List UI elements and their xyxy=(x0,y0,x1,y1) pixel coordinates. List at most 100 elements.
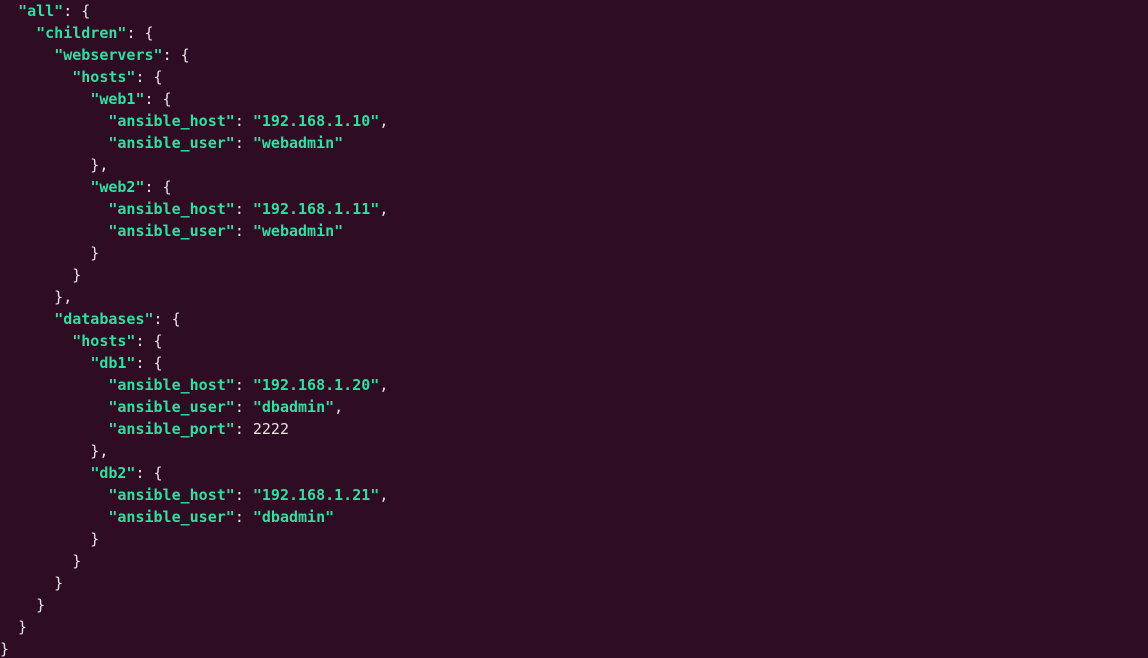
token-key: "ansible_user" xyxy=(108,134,234,152)
token-key: "databases" xyxy=(54,310,153,328)
code-line: "db1": { xyxy=(0,352,1148,374)
token-punct xyxy=(0,90,90,108)
code-line: "ansible_host": "192.168.1.21", xyxy=(0,484,1148,506)
token-str: "dbadmin" xyxy=(253,508,334,526)
token-punct: : xyxy=(235,508,253,526)
token-punct: } xyxy=(0,640,9,658)
token-punct: : xyxy=(235,398,253,416)
token-punct: : xyxy=(235,200,253,218)
token-punct xyxy=(0,46,54,64)
token-key: "ansible_user" xyxy=(108,222,234,240)
code-line: "ansible_port": 2222 xyxy=(0,418,1148,440)
code-line: "databases": { xyxy=(0,308,1148,330)
token-str: "192.168.1.21" xyxy=(253,486,379,504)
token-punct: : xyxy=(235,420,253,438)
token-punct xyxy=(0,486,108,504)
token-punct: } xyxy=(0,266,81,284)
token-key: "hosts" xyxy=(72,68,135,86)
code-line: "all": { xyxy=(0,0,1148,22)
token-punct xyxy=(0,2,18,20)
code-line: "ansible_host": "192.168.1.11", xyxy=(0,198,1148,220)
token-punct: : { xyxy=(135,354,162,372)
code-line: "ansible_host": "192.168.1.20", xyxy=(0,374,1148,396)
token-str: "webadmin" xyxy=(253,222,343,240)
token-punct: , xyxy=(379,200,388,218)
token-str: "192.168.1.10" xyxy=(253,112,379,130)
code-line: }, xyxy=(0,154,1148,176)
token-punct xyxy=(0,178,90,196)
token-punct xyxy=(0,222,108,240)
code-line: } xyxy=(0,550,1148,572)
token-key: "ansible_user" xyxy=(108,508,234,526)
token-punct: } xyxy=(0,618,27,636)
token-key: "web2" xyxy=(90,178,144,196)
code-line: "ansible_user": "webadmin" xyxy=(0,132,1148,154)
token-punct: } xyxy=(0,596,45,614)
code-line: }, xyxy=(0,440,1148,462)
token-punct xyxy=(0,310,54,328)
code-line: } xyxy=(0,528,1148,550)
token-punct: } xyxy=(0,530,99,548)
token-punct: , xyxy=(379,376,388,394)
token-key: "all" xyxy=(18,2,63,20)
token-punct: : { xyxy=(145,178,172,196)
code-line: "children": { xyxy=(0,22,1148,44)
token-punct: , xyxy=(334,398,343,416)
token-punct: }, xyxy=(0,442,108,460)
token-punct xyxy=(0,398,108,416)
token-punct: : { xyxy=(135,464,162,482)
code-line: } xyxy=(0,594,1148,616)
token-punct xyxy=(0,68,72,86)
token-key: "hosts" xyxy=(72,332,135,350)
token-key: "ansible_port" xyxy=(108,420,234,438)
token-key: "ansible_host" xyxy=(108,112,234,130)
token-punct: : { xyxy=(135,68,162,86)
code-line: "ansible_user": "dbadmin" xyxy=(0,506,1148,528)
token-punct: : xyxy=(235,222,253,240)
token-punct: : { xyxy=(145,90,172,108)
token-punct xyxy=(0,420,108,438)
token-key: "ansible_host" xyxy=(108,486,234,504)
token-punct: : { xyxy=(135,332,162,350)
code-line: "ansible_user": "webadmin" xyxy=(0,220,1148,242)
code-line: "ansible_user": "dbadmin", xyxy=(0,396,1148,418)
token-punct: : xyxy=(235,134,253,152)
token-punct xyxy=(0,508,108,526)
token-key: "ansible_user" xyxy=(108,398,234,416)
token-key: "web1" xyxy=(90,90,144,108)
token-punct: }, xyxy=(0,156,108,174)
token-str: "192.168.1.20" xyxy=(253,376,379,394)
token-punct: : xyxy=(235,376,253,394)
token-punct xyxy=(0,354,90,372)
code-line: "hosts": { xyxy=(0,330,1148,352)
code-line: } xyxy=(0,572,1148,594)
token-punct: : { xyxy=(126,24,153,42)
token-key: "ansible_host" xyxy=(108,200,234,218)
token-str: "192.168.1.11" xyxy=(253,200,379,218)
token-punct: , xyxy=(379,112,388,130)
token-key: "db2" xyxy=(90,464,135,482)
token-punct xyxy=(0,464,90,482)
token-punct: : { xyxy=(163,46,190,64)
token-punct: : { xyxy=(63,2,90,20)
token-punct xyxy=(0,376,108,394)
token-key: "children" xyxy=(36,24,126,42)
token-str: "dbadmin" xyxy=(253,398,334,416)
token-punct: : xyxy=(235,112,253,130)
json-output: "all": { "children": { "webservers": { "… xyxy=(0,0,1148,658)
token-key: "db1" xyxy=(90,354,135,372)
code-line: } xyxy=(0,242,1148,264)
token-punct: } xyxy=(0,574,63,592)
token-punct xyxy=(0,24,36,42)
code-line: "hosts": { xyxy=(0,66,1148,88)
code-line: }, xyxy=(0,286,1148,308)
token-punct xyxy=(0,332,72,350)
token-punct: }, xyxy=(0,288,72,306)
token-key: "webservers" xyxy=(54,46,162,64)
token-punct xyxy=(0,200,108,218)
token-punct: : xyxy=(235,486,253,504)
code-line: "web2": { xyxy=(0,176,1148,198)
token-key: "ansible_host" xyxy=(108,376,234,394)
code-line: } xyxy=(0,638,1148,658)
token-num: 2222 xyxy=(253,420,289,438)
